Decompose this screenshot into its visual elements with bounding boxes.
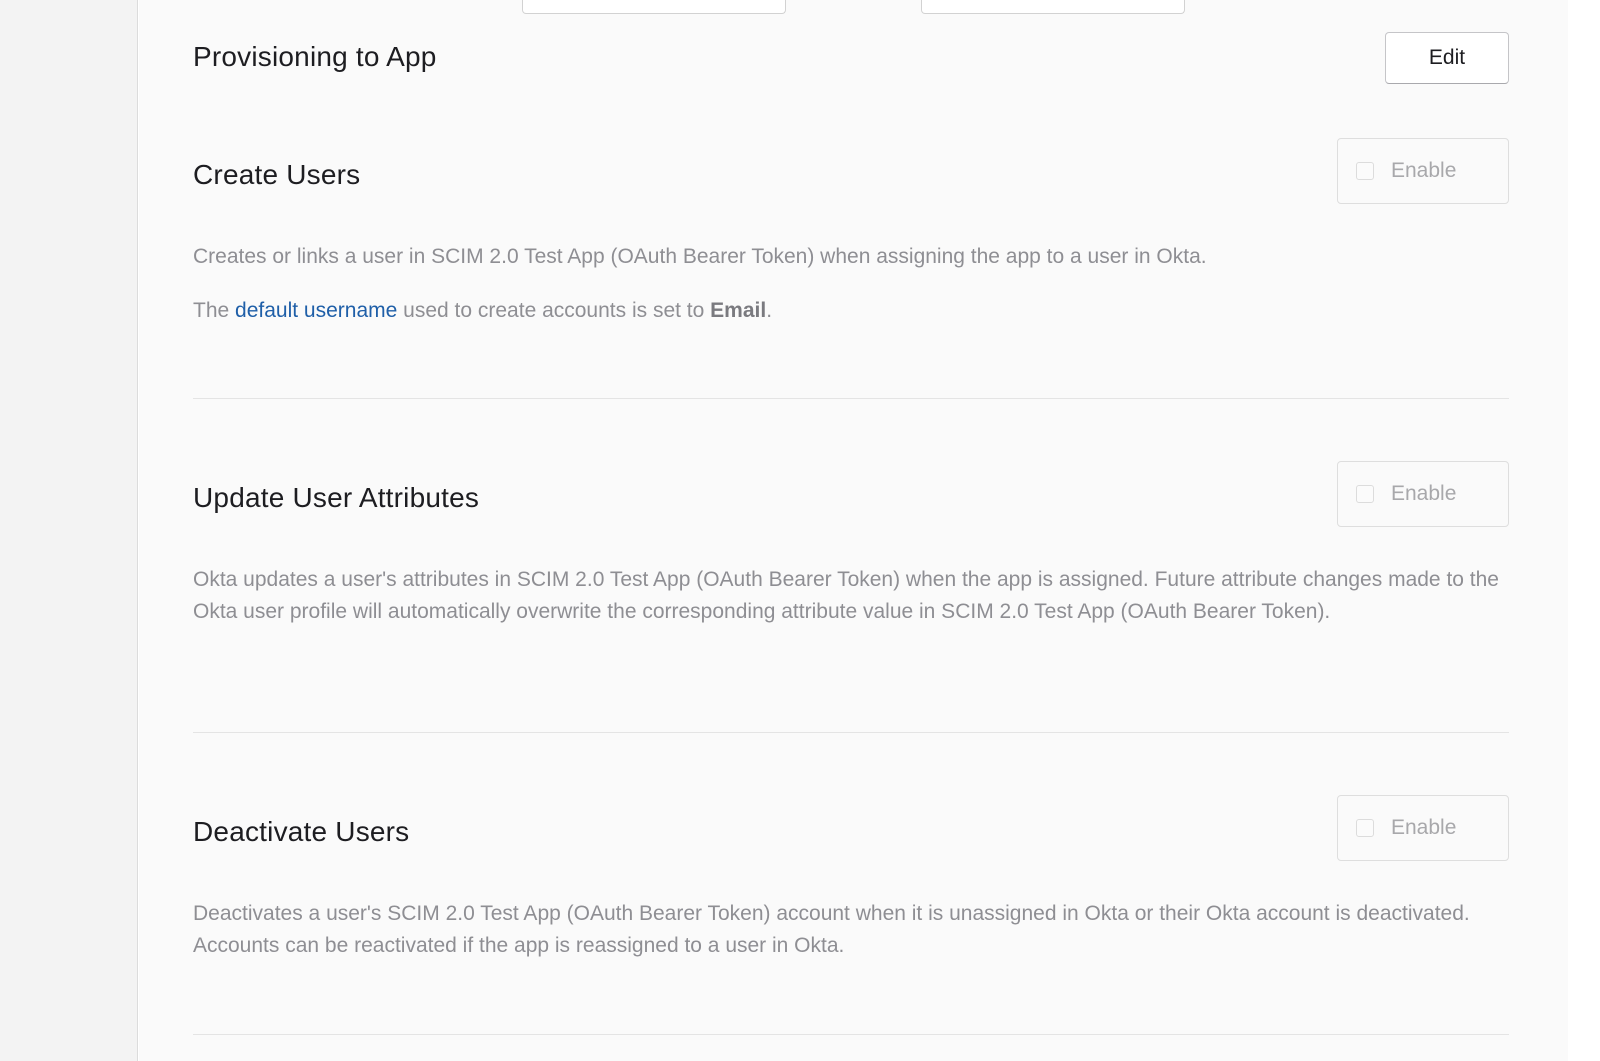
checkbox-icon[interactable] — [1356, 485, 1374, 503]
update-attributes-description: Okta updates a user's attributes in SCIM… — [193, 568, 1499, 623]
page-title: Provisioning to App — [193, 41, 437, 72]
enable-label: Enable — [1391, 816, 1457, 839]
enable-label: Enable — [1391, 482, 1457, 505]
username-value: Email — [710, 299, 767, 322]
deactivate-users-enable-toggle[interactable]: Enable — [1337, 795, 1509, 861]
username-prefix-text: The — [193, 299, 230, 322]
right-margin — [1568, 0, 1600, 1061]
top-field-partial-1[interactable] — [522, 0, 786, 14]
checkbox-icon[interactable] — [1356, 162, 1374, 180]
provisioning-panel: Provisioning to App Edit Create Users En… — [139, 0, 1568, 1061]
deactivate-users-title: Deactivate Users — [193, 816, 410, 847]
section-divider — [193, 398, 1509, 399]
top-field-partial-2[interactable] — [921, 0, 1185, 14]
deactivate-users-description: Deactivates a user's SCIM 2.0 Test App (… — [193, 902, 1470, 957]
enable-label: Enable — [1391, 159, 1457, 182]
create-users-enable-toggle[interactable]: Enable — [1337, 138, 1509, 204]
default-username-note: The default username used to create acco… — [193, 295, 1513, 327]
left-sidebar — [0, 0, 138, 1061]
section-divider — [193, 732, 1509, 733]
edit-button[interactable]: Edit — [1385, 32, 1509, 84]
create-users-title: Create Users — [193, 159, 361, 190]
default-username-link[interactable]: default username — [235, 299, 397, 322]
username-middle-text: used to create accounts is set to — [403, 299, 705, 322]
update-attributes-title: Update User Attributes — [193, 482, 480, 513]
update-attributes-enable-toggle[interactable]: Enable — [1337, 461, 1509, 527]
checkbox-icon[interactable] — [1356, 819, 1374, 837]
username-suffix: . — [766, 299, 773, 322]
section-divider — [193, 1034, 1509, 1035]
create-users-description: Creates or links a user in SCIM 2.0 Test… — [193, 245, 1207, 268]
